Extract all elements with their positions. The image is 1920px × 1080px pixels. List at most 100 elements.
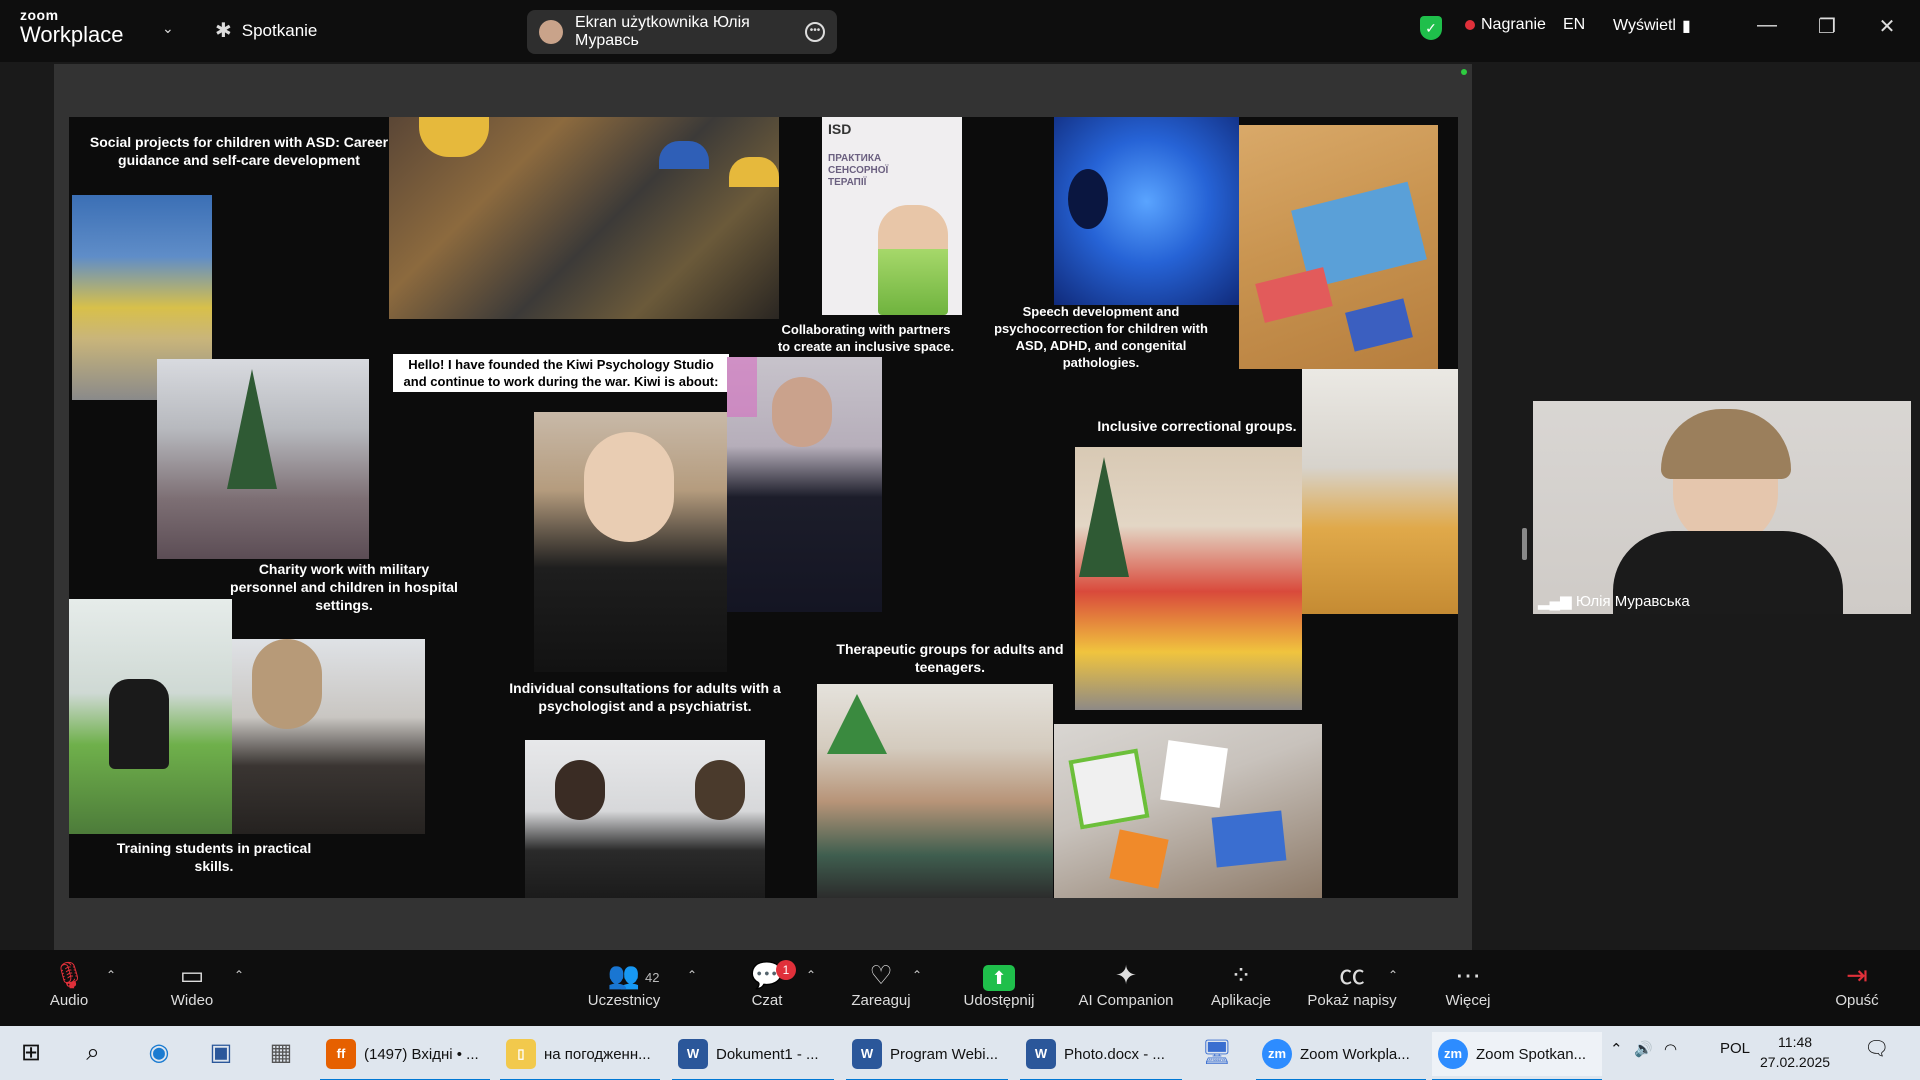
book-logo: ISD: [828, 121, 852, 137]
book-title: ПРАКТИКА СЕНСОРНОЇ ТЕРАПІЇ: [828, 153, 889, 188]
caption-kiwi-intro: Hello! I have founded the Kiwi Psycholog…: [393, 354, 729, 392]
view-label: Wyświetl: [1613, 17, 1676, 34]
screen-share-indicator[interactable]: Ekran użytkownika Юлія Муравсь •••: [527, 10, 837, 54]
chat-unread-badge: 1: [776, 960, 796, 980]
photo-boys-tablet: [69, 599, 232, 834]
participant-name-tag: ▂▄▆ Юлія Муравська: [1538, 592, 1690, 610]
system-clock[interactable]: 11:48 27.02.2025: [1760, 1032, 1830, 1072]
security-status[interactable]: ✓: [1420, 16, 1442, 40]
taskbar-app-folder[interactable]: ▯ на погодженн...: [500, 1032, 660, 1080]
share-status-dot: [1461, 69, 1467, 75]
caption-training: Training students in practical skills.: [116, 840, 312, 874]
tray-expand-icon[interactable]: ⌃: [1610, 1040, 1623, 1058]
input-language[interactable]: POL: [1720, 1040, 1750, 1057]
taskbar-app-word-3[interactable]: W Photo.docx - ...: [1020, 1032, 1182, 1080]
more-options-icon[interactable]: •••: [805, 22, 825, 42]
caption-individual: Individual consultations for adults with…: [509, 680, 781, 714]
recording-indicator[interactable]: Nagranie: [1465, 16, 1546, 34]
windows-taskbar: ⊞ ⌕ ◉ ▣ ▦ ff (1497) Вхідні • ... ▯ на по…: [0, 1026, 1920, 1080]
video-resize-handle[interactable]: [1522, 528, 1527, 560]
meeting-toolbar: 🎙 Audio ⌃ ▭ Wideo ⌃ 👥 Uczestnicy 42 ⌃ 💬 …: [0, 950, 1920, 1026]
meeting-menu[interactable]: ✱ Spotkanie: [215, 18, 317, 43]
more-icon: ⋯: [1455, 960, 1481, 990]
view-button[interactable]: Wyświetl ▮: [1613, 16, 1691, 36]
video-button[interactable]: ▭ Wideo: [162, 958, 222, 1009]
search-icon[interactable]: ⌕: [76, 1036, 110, 1070]
apps-button[interactable]: ⁘ Aplikacje: [1206, 958, 1276, 1009]
edge-icon[interactable]: ◉: [142, 1036, 176, 1070]
cc-icon: ㏄: [1338, 960, 1365, 990]
taskbar-app-label: Program Webi...: [890, 1045, 999, 1063]
save-icon[interactable]: ▣: [204, 1036, 238, 1070]
close-icon[interactable]: ✕: [1872, 14, 1902, 39]
participants-count: 42: [645, 970, 660, 985]
windows-start-icon[interactable]: ⊞: [14, 1036, 48, 1070]
photo-group-selfie: [817, 684, 1053, 898]
folder-icon: ▯: [506, 1039, 536, 1069]
audio-button[interactable]: 🎙 Audio: [44, 958, 94, 1009]
camera-icon: ▭: [179, 960, 205, 990]
more-button[interactable]: ⋯ Więcej: [1440, 958, 1496, 1009]
heart-icon: ♡: [869, 960, 893, 990]
leave-button[interactable]: ⇥ Opuść: [1832, 958, 1882, 1009]
share-screen-button[interactable]: ⬆ Udostępnij: [958, 958, 1040, 1009]
wifi-icon[interactable]: ◠: [1664, 1040, 1677, 1058]
more-label: Więcej: [1445, 992, 1491, 1009]
share-label: Ekran użytkownika Юлія Муравсь: [575, 14, 750, 49]
share-screen-icon: ⬆: [958, 958, 1040, 992]
video-options-caret[interactable]: ⌃: [234, 968, 244, 982]
chat-options-caret[interactable]: ⌃: [806, 968, 816, 982]
photo-training-student: [232, 639, 425, 834]
notifications-icon[interactable]: 🗨: [1864, 1036, 1889, 1061]
volume-icon[interactable]: 🔊: [1634, 1040, 1653, 1058]
leave-label: Opuść: [1835, 992, 1879, 1009]
taskbar-app-label: Dokument1 - ...: [716, 1045, 819, 1063]
meeting-icon: ✱: [215, 20, 232, 42]
captions-options-caret[interactable]: ⌃: [1388, 968, 1398, 982]
ai-label: AI Companion: [1078, 992, 1174, 1009]
share-label: Udostępnij: [963, 992, 1035, 1009]
leave-icon: ⇥: [1846, 960, 1868, 990]
recording-label: Nagranie: [1481, 16, 1546, 33]
ai-companion-button[interactable]: ✦ AI Companion: [1076, 958, 1176, 1009]
signal-icon: ▂▄▆: [1538, 593, 1572, 610]
taskbar-app-firefox[interactable]: ff (1497) Вхідні • ...: [320, 1032, 490, 1080]
audio-options-caret[interactable]: ⌃: [106, 968, 116, 982]
participants-options-caret[interactable]: ⌃: [687, 968, 697, 982]
taskbar-app-label: (1497) Вхідні • ...: [364, 1045, 479, 1063]
apps-icon: ⁘: [1230, 960, 1252, 990]
photo-children-drawing: [1302, 369, 1458, 614]
participant-video[interactable]: [1533, 401, 1911, 614]
taskbar-app-word-2[interactable]: W Program Webi...: [846, 1032, 1008, 1080]
language-button[interactable]: EN: [1563, 16, 1585, 34]
zoom-icon: zm: [1438, 1039, 1468, 1069]
chevron-down-icon[interactable]: ⌄: [162, 20, 174, 37]
word-icon: W: [678, 1039, 708, 1069]
photo-cooking-children: [389, 117, 779, 319]
taskbar-app-word-1[interactable]: W Dokument1 - ...: [672, 1032, 834, 1080]
minimize-icon[interactable]: —: [1752, 14, 1782, 37]
brand-large: Workplace: [20, 22, 124, 47]
language-label: EN: [1563, 16, 1586, 33]
mic-muted-icon: 🎙: [52, 960, 86, 990]
restore-icon[interactable]: ❐: [1812, 14, 1842, 39]
photo-children-christmas: [157, 359, 369, 559]
captions-label: Pokaż napisy: [1307, 992, 1397, 1009]
sparkle-icon: ✦: [1115, 960, 1137, 990]
calculator-icon[interactable]: ▦: [264, 1036, 298, 1070]
taskbar-app-zoom-workplace[interactable]: zm Zoom Workpla...: [1256, 1032, 1426, 1080]
react-button[interactable]: ♡ Zareaguj: [846, 958, 916, 1009]
taskbar-app-label: Photo.docx - ...: [1064, 1045, 1165, 1063]
caption-therapeutic: Therapeutic groups for adults and teenag…: [836, 641, 1064, 675]
word-icon: W: [1026, 1039, 1056, 1069]
apps-label: Aplikacje: [1210, 992, 1272, 1009]
captions-button[interactable]: ㏄ Pokaż napisy: [1302, 958, 1402, 1009]
clock-date: 27.02.2025: [1760, 1054, 1831, 1070]
react-options-caret[interactable]: ⌃: [912, 968, 922, 982]
photo-christmas-group: [1075, 447, 1302, 710]
avatar: [539, 20, 563, 44]
taskbar-app-zoom-meeting[interactable]: zm Zoom Spotkan...: [1432, 1032, 1602, 1080]
zoom-icon: zm: [1262, 1039, 1292, 1069]
zoom-workplace-logo: zoom Workplace: [20, 8, 124, 46]
network-app-icon[interactable]: 🖥: [1200, 1036, 1234, 1070]
